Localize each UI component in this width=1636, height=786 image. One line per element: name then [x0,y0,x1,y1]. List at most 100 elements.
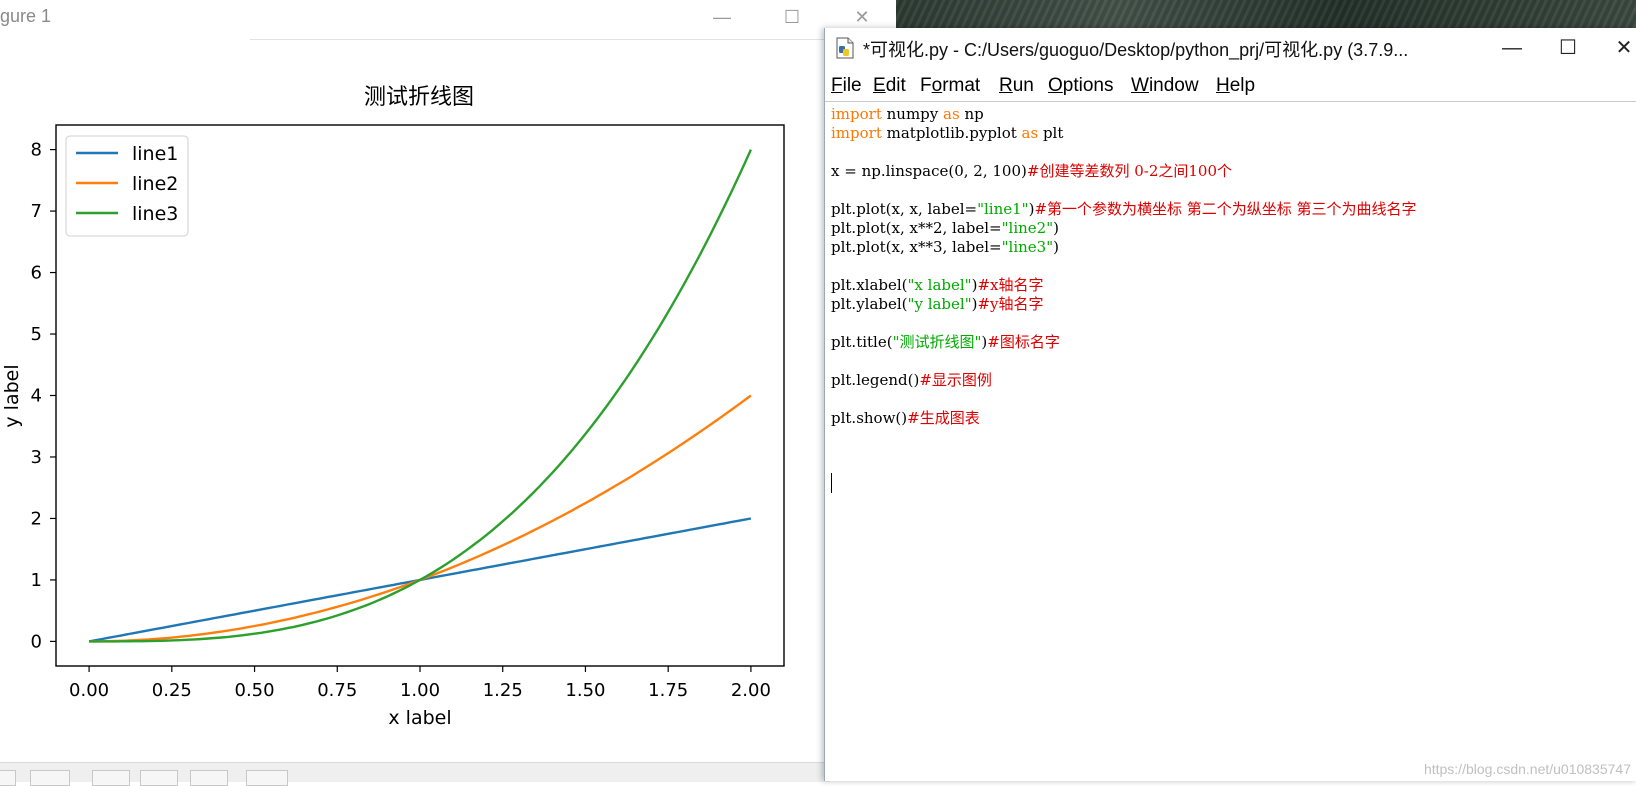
menu-file-mnemonic: F [831,75,843,96]
menu-options[interactable]: Options [1048,75,1113,97]
python-file-icon [836,37,854,59]
figure-close-button[interactable]: ✕ [842,4,882,30]
figure-minimize-button[interactable]: — [702,4,742,30]
idle-maximize-button[interactable]: ☐ [1545,34,1591,62]
code-token: #第一个参数为横坐标 第二个为纵坐标 第三个为曲线名字 [1034,200,1417,218]
legend-label-line3: line3 [132,203,178,225]
legend-label-line2: line2 [132,173,178,195]
menu-window[interactable]: Window [1131,75,1199,97]
menu-file[interactable]: File [831,75,862,97]
code-token: "line3" [1001,238,1054,256]
y-tick-label: 8 [31,140,42,161]
save-button[interactable] [246,770,288,786]
idle-menubar: File Edit Format Run Options Window Help [825,72,1636,100]
x-axis-label: x label [388,707,451,729]
legend-label-line1: line1 [132,143,178,165]
code-token: as [1021,124,1039,142]
code-line: plt.show()#生成图表 [831,408,980,428]
line-chart: 测试折线图 x label y label line1 line2 line3 0.… [1,85,785,729]
code-token: numpy [881,105,944,123]
code-line: plt.plot(x, x, label="line1")#第一个参数为横坐标 … [831,199,1417,219]
code-line: import numpy as np [831,104,984,124]
code-line: plt.xlabel("x label")#x轴名字 [831,275,1043,295]
menu-format-label: rmat [942,75,981,96]
series-line-line2 [89,394,752,643]
code-token: "x label" [907,276,972,294]
menubar-divider [825,101,1636,102]
code-token: plt.xlabel( [831,276,908,294]
menu-format-prefix: F [920,75,932,96]
code-token: import [831,124,882,142]
code-line: plt.ylabel("y label")#y轴名字 [831,294,1044,314]
watermark: https://blog.csdn.net/u010835747 [1423,761,1631,777]
figure-maximize-button[interactable]: ☐ [772,4,812,30]
code-token: #x轴名字 [977,276,1044,294]
code-token: plt.plot(x, x**2, label= [831,219,1002,237]
code-token: plt.plot(x, x**3, label= [831,238,1002,256]
home-button[interactable] [0,770,16,786]
menu-window-mnemonic: W [1131,75,1149,96]
menu-help-mnemonic: H [1216,75,1230,96]
code-token: import [831,105,882,123]
menu-format-mnemonic: o [931,75,943,96]
code-token: np [959,105,984,123]
code-token: "line1" [977,200,1029,218]
y-tick-label: 3 [31,447,42,468]
x-tick-label: 0.25 [152,680,192,701]
x-tick-label: 2.00 [731,680,771,701]
menu-format[interactable]: Format [920,75,980,97]
y-tick-label: 4 [31,386,42,407]
zoom-button[interactable] [140,770,178,786]
code-token: plt.plot(x, x, label= [831,200,978,218]
code-line: x = np.linspace(0, 2, 100)#创建等差数列 0-2之间1… [831,161,1232,181]
legend: line1 line2 line3 [65,135,189,237]
menu-run-mnemonic: R [999,75,1013,96]
y-tick-label: 0 [31,631,42,652]
code-token: #图标名字 [987,333,1060,351]
figure-titlebar: gure 1 — ☐ ✕ [0,0,896,34]
menu-help[interactable]: Help [1216,75,1255,97]
idle-minimize-button[interactable]: — [1489,34,1535,62]
code-token: #创建等差数列 0-2之间100个 [1026,162,1232,180]
code-token: "测试折线图" [892,333,982,351]
code-token: #y轴名字 [977,295,1044,313]
x-tick-label: 1.25 [483,680,523,701]
x-tick-label: 1.50 [565,680,605,701]
menu-edit-mnemonic: E [873,75,886,96]
menu-options-label: ptions [1062,75,1114,96]
code-token: plt.ylabel( [831,295,908,313]
code-token: plt.title( [831,333,893,351]
x-tick-label: 0.50 [235,680,275,701]
x-tick-label: 1.75 [648,680,688,701]
code-token: ) [1053,219,1059,237]
y-tick-label: 7 [31,201,42,222]
idle-close-button[interactable]: ✕ [1601,34,1636,62]
figure-toolbar [0,762,830,786]
code-token: as [943,105,960,123]
code-token: "y label" [907,295,972,313]
back-button[interactable] [30,770,70,786]
code-token: x = np.linspace(0, 2, 100) [831,162,1027,180]
code-token: plt.legend() [831,371,920,389]
menu-window-label: indow [1148,75,1199,96]
idle-window-title: *可视化.py - C:/Users/guoguo/Desktop/python… [863,40,1409,60]
x-tick-label: 0.75 [317,680,357,701]
code-token: "line2" [1001,219,1054,237]
menu-options-mnemonic: O [1048,75,1063,96]
menu-edit[interactable]: Edit [873,75,906,97]
pan-button[interactable] [92,770,130,786]
figure-title: gure 1 [0,6,52,26]
y-tick-label: 5 [31,324,42,345]
y-tick-label: 6 [31,263,42,284]
code-editor[interactable]: import numpy as np import matplotlib.pypl… [831,104,1631,774]
x-tick-label: 0.00 [69,680,109,701]
chart-title: 测试折线图 [364,85,474,110]
configure-button[interactable] [190,770,228,786]
y-tick-label: 2 [31,508,42,529]
text-cursor [831,473,832,493]
menu-run[interactable]: Run [999,75,1034,97]
code-token: ) [1053,238,1059,256]
x-tick-label: 1.00 [400,680,440,701]
code-line: plt.plot(x, x**3, label="line3") [831,237,1059,257]
figure-window: gure 1 — ☐ ✕ 测试折线图 x label y label line1… [0,0,896,786]
